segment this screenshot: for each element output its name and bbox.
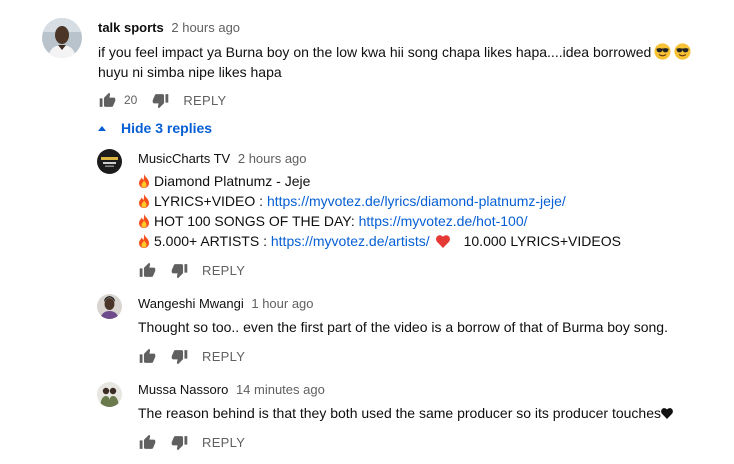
fire-emoji-icon: [139, 234, 149, 248]
dislike-button[interactable]: [151, 91, 169, 109]
reply-line: HOT 100 SONGS OF THE DAY: https://myvote…: [138, 211, 621, 231]
author-name[interactable]: Mussa Nassoro: [138, 382, 228, 397]
lyrics-link[interactable]: https://myvotez.de/lyrics/diamond-platnu…: [267, 193, 566, 209]
timestamp[interactable]: 14 minutes ago: [236, 382, 325, 397]
reply-item: Mussa Nassoro 14 minutes ago The reason …: [0, 378, 734, 464]
reply-text: Diamond Platnumz - Jeje LYRICS+VIDEO : h…: [138, 171, 621, 251]
thumbs-down-icon: [171, 263, 187, 278]
reply-line-text: HOT 100 SONGS OF THE DAY:: [154, 213, 359, 229]
comment-header: talk sports 2 hours ago: [98, 20, 240, 35]
comment-line: if you feel impact ya Burna boy on the l…: [98, 44, 652, 60]
heart-emoji-icon: [435, 235, 450, 248]
comment-text: if you feel impact ya Burna boy on the l…: [98, 42, 691, 82]
hot-100-link[interactable]: https://myvotez.de/hot-100/: [359, 213, 528, 229]
dislike-button[interactable]: [170, 261, 188, 279]
cool-face-emoji-icon: [654, 43, 671, 60]
comment-line: huyu ni simba nipe likes hapa: [98, 64, 282, 80]
fire-emoji-icon: [139, 194, 149, 208]
thumbs-up-icon: [139, 434, 155, 449]
reply-text: Thought so too.. even the first part of …: [138, 319, 668, 335]
timestamp[interactable]: 1 hour ago: [251, 296, 313, 311]
like-button[interactable]: [138, 347, 156, 365]
thumbs-down-icon: [171, 349, 187, 364]
reply-button[interactable]: REPLY: [202, 349, 245, 364]
dislike-button[interactable]: [170, 433, 188, 451]
reply-actions: REPLY: [138, 433, 245, 451]
reply-line: 5.000+ ARTISTS : https://myvotez.de/arti…: [138, 231, 621, 251]
reply-header: Mussa Nassoro 14 minutes ago: [138, 382, 325, 397]
author-name[interactable]: Wangeshi Mwangi: [138, 296, 244, 311]
hide-replies-button[interactable]: Hide 3 replies: [96, 120, 212, 136]
reply-button[interactable]: REPLY: [202, 435, 245, 450]
comment-thread: talk sports 2 hours ago if you feel impa…: [0, 0, 734, 120]
author-name[interactable]: MusicCharts TV: [138, 151, 230, 166]
black-heart-emoji-icon: [661, 408, 673, 419]
fire-emoji-icon: [139, 214, 149, 228]
reply-line-text: 5.000+ ARTISTS :: [154, 233, 271, 249]
like-button[interactable]: [98, 91, 116, 109]
like-count: 20: [124, 93, 138, 107]
like-button[interactable]: [138, 433, 156, 451]
timestamp[interactable]: 2 hours ago: [238, 151, 307, 166]
thumbs-up-icon: [139, 262, 155, 277]
reply-line-tail: 10.000 LYRICS+VIDEOS: [463, 233, 621, 249]
thumbs-up-icon: [139, 348, 155, 363]
thumbs-down-icon: [171, 435, 187, 450]
avatar[interactable]: [42, 18, 82, 58]
reply-item: Wangeshi Mwangi 1 hour ago Thought so to…: [0, 292, 734, 372]
reply-line: Diamond Platnumz - Jeje: [138, 171, 621, 191]
timestamp[interactable]: 2 hours ago: [171, 20, 240, 35]
reply-header: Wangeshi Mwangi 1 hour ago: [138, 296, 314, 311]
avatar[interactable]: [97, 382, 122, 407]
avatar[interactable]: [97, 294, 122, 319]
author-name[interactable]: talk sports: [98, 20, 164, 35]
avatar[interactable]: [97, 149, 122, 174]
hide-replies-label: Hide 3 replies: [121, 120, 213, 136]
chevron-up-icon: [98, 125, 106, 131]
fire-emoji-icon: [139, 174, 149, 188]
reply-item: MusicCharts TV 2 hours ago Diamond Platn…: [0, 145, 734, 285]
reply-header: MusicCharts TV 2 hours ago: [138, 151, 307, 166]
reply-button[interactable]: REPLY: [183, 93, 226, 108]
reply-actions: REPLY: [138, 261, 245, 279]
dislike-button[interactable]: [170, 347, 188, 365]
reply-line-text: The reason behind is that they both used…: [138, 405, 661, 421]
comment-actions: 20 REPLY: [98, 91, 227, 109]
reply-line-text: LYRICS+VIDEO :: [154, 193, 267, 209]
artists-link[interactable]: https://myvotez.de/artists/: [271, 233, 430, 249]
thumbs-up-icon: [99, 92, 115, 107]
reply-line-text: Diamond Platnumz - Jeje: [154, 173, 311, 189]
like-button[interactable]: [138, 261, 156, 279]
reply-actions: REPLY: [138, 347, 245, 365]
reply-line: LYRICS+VIDEO : https://myvotez.de/lyrics…: [138, 191, 621, 211]
reply-text: The reason behind is that they both used…: [138, 403, 673, 423]
thumbs-down-icon: [152, 93, 169, 108]
reply-button[interactable]: REPLY: [202, 263, 245, 278]
cool-face-emoji-icon: [674, 43, 691, 60]
